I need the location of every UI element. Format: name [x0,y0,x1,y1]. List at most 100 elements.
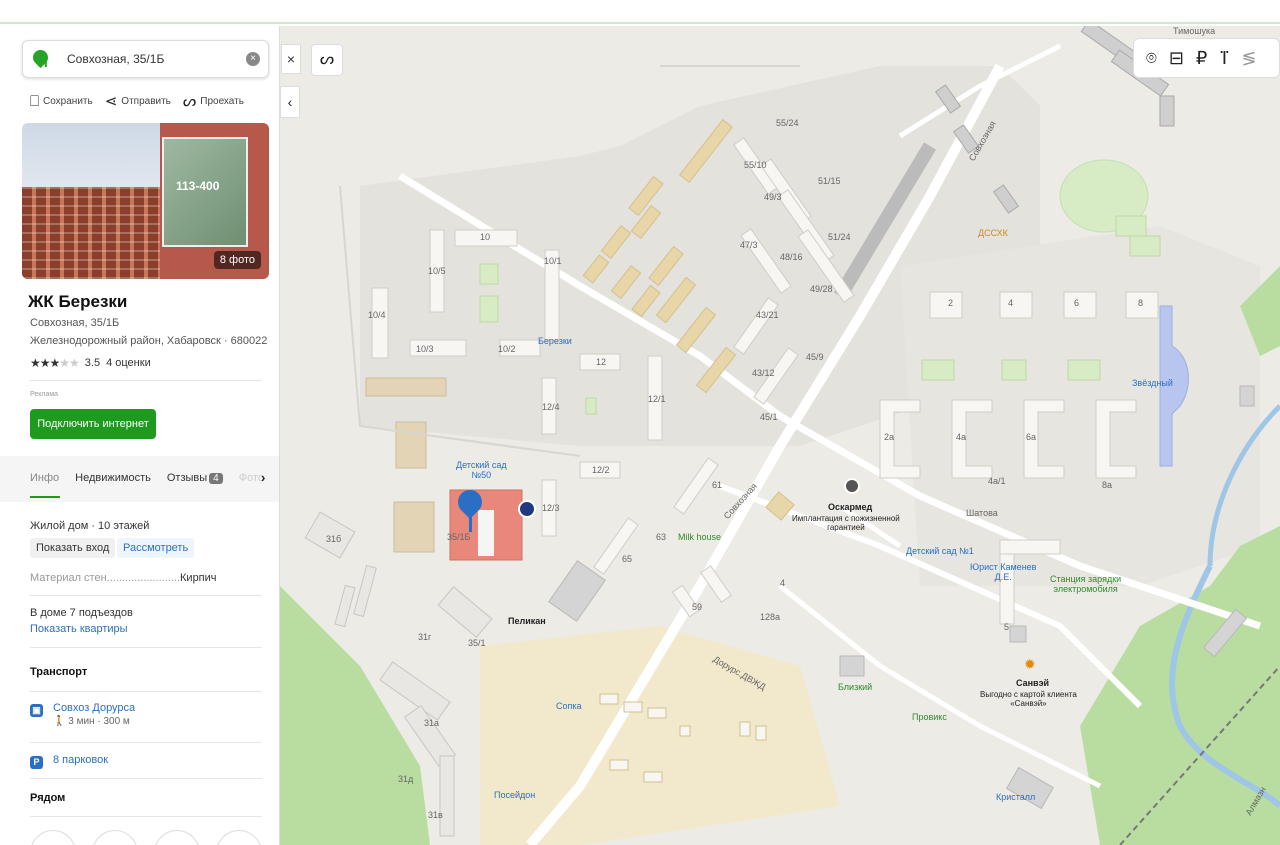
connect-internet-button[interactable]: Подключить интернет [30,409,156,439]
house-number: 12/2 [592,465,610,475]
billboard-text: 113-400 [176,179,220,193]
poi-label[interactable]: Березки [538,336,572,346]
ad-label: Реклама [30,391,59,398]
house-number: 59 [692,602,703,612]
close-icon[interactable]: × [281,44,301,74]
house-number: 65 [622,554,633,564]
place-photo[interactable]: 113-400 8 фото [22,123,269,279]
house-number: 43/21 [756,310,779,320]
entrances-info: В доме 7 подъездов [30,607,133,619]
house-number: 10 [480,232,491,242]
poi-label[interactable]: Посейдон [494,790,535,800]
parking-item[interactable]: P 8 парковок [30,754,108,769]
action-bar: ⎕ Сохранить ⋖ Отправить ᔕ Проехать [30,92,244,111]
location-pin-icon [29,46,52,69]
house-number: 2а [884,432,895,442]
place-title: ЖК Березки [28,292,128,311]
route-button[interactable]: ᔕ Проехать [183,92,244,110]
signpost-icon[interactable]: ⴶ [1219,48,1229,69]
search-input[interactable]: Совхозная, 35/1Б [67,52,164,66]
nearby-category[interactable] [92,830,138,845]
search-box[interactable]: Совхозная, 35/1Б × [22,40,269,78]
house-number: 63 [656,532,667,542]
divider [30,380,262,381]
nearby-category[interactable] [30,830,76,845]
billboard-image: 113-400 [162,137,248,247]
show-entrance-button[interactable]: Показать вход [30,538,116,558]
house-number: 10/2 [498,344,516,354]
house-number: 45/1 [760,412,778,422]
poi-label[interactable]: ДССХК [978,228,1008,238]
house-number: 6 [1074,298,1080,308]
browser-top-strip [0,0,1280,24]
share-icon: ⋖ [104,93,118,110]
layer-toolbar: ⌾ ⊟ ₽ ⴶ ≶ [1133,38,1280,78]
transport-heading: Транспорт [30,666,88,678]
poi-label[interactable]: Оскармед [828,502,872,512]
poi-label[interactable]: Звёздный [1132,378,1173,388]
route-icon: ᔕ [182,93,197,110]
poi-label[interactable]: Юрист Каменев Д.Е. [970,562,1036,582]
bus-icon[interactable]: ⊟ [1169,48,1184,69]
tab-reviews[interactable]: Отзывы 4 [167,472,223,484]
house-number: 8 [1138,298,1144,308]
sun-icon[interactable]: ✹ [1024,656,1036,673]
collapse-panel-icon[interactable]: ‹ [280,86,300,118]
ruble-icon[interactable]: ₽ [1196,48,1207,69]
house-number: 2 [948,298,954,308]
route-icon[interactable]: ᔕ [311,44,343,76]
marker-stem [469,510,472,532]
chevron-right-icon[interactable]: › [261,470,265,485]
house-number: 5 [1004,622,1010,632]
house-number: 49/28 [810,284,833,294]
house-number: 8а [1102,480,1113,490]
stop-name: Совхоз Дорурса [53,702,136,714]
stop-detail: 🚶 3 мин · 300 м [53,716,130,727]
poi-label[interactable]: Санвэй [1016,678,1049,688]
clear-search-icon[interactable]: × [246,52,260,66]
poi-label[interactable]: Станция зарядки электромобиля [1050,574,1121,594]
poi-label[interactable]: Сопка [556,701,582,711]
rating-count: 4 оценки [106,357,151,369]
poi-label[interactable]: Milk house [678,532,721,542]
poi-label[interactable]: Пеликан [508,616,546,626]
house-number: 31а [424,718,440,728]
tree-icon[interactable]: ⌾ [1146,48,1157,69]
parking-icon: P [30,756,43,769]
house-number: 128а [760,612,781,622]
poi-label-subtitle: Выгодно с картой клиента «Санвэй» [980,690,1077,708]
poi-label[interactable]: Провикс [912,712,947,722]
photo-count-badge[interactable]: 8 фото [213,251,261,269]
map-canvas[interactable]: Совхозная Совхозная Шатова Дорурс.ДВЖД Т… [280,26,1280,845]
transit-stop-item[interactable]: ▣ Совхоз Дорурса 🚶 3 мин · 300 м [30,702,135,727]
rating-row[interactable]: ★★★★★ 3.5 4 оценки [30,356,151,370]
layers-icon[interactable]: ≶ [1241,48,1256,69]
poi-label[interactable]: Детский сад №1 [906,546,974,556]
share-button[interactable]: ⋖ Отправить [105,92,171,110]
nearby-category[interactable] [154,830,200,845]
house-number: 4а/1 [988,476,1006,486]
house-number: 48/16 [780,252,803,262]
poi-label[interactable]: Близкий [838,682,872,692]
pelican-icon[interactable] [518,500,536,518]
save-button[interactable]: ⎕ Сохранить [30,92,93,110]
house-number: 12/3 [542,503,560,513]
street-label: Тимошука [1173,26,1216,36]
place-address: Совхозная, 35/1Б [30,317,120,329]
house-number: 31г [418,632,432,642]
divider [30,691,262,692]
share-label: Отправить [121,95,171,107]
tab-info[interactable]: Инфо [30,472,59,484]
tabs: Инфо Недвижимость Отзывы 4 Фото [30,472,264,484]
dental-clinic-icon[interactable] [844,478,860,494]
tab-realty[interactable]: Недвижимость [75,472,151,484]
poi-label[interactable]: Кристалл [996,792,1035,802]
view-button[interactable]: Рассмотреть [117,538,195,558]
house-number: 10/1 [544,256,562,266]
show-apartments-link[interactable]: Показать квартиры [30,623,128,635]
house-number: 31б [326,534,342,544]
poi-label[interactable]: Детский сад №50 [456,460,507,480]
house-number: 12 [596,357,607,367]
nearby-category[interactable] [216,830,262,845]
house-info: Жилой дом · 10 этажей [30,520,150,532]
